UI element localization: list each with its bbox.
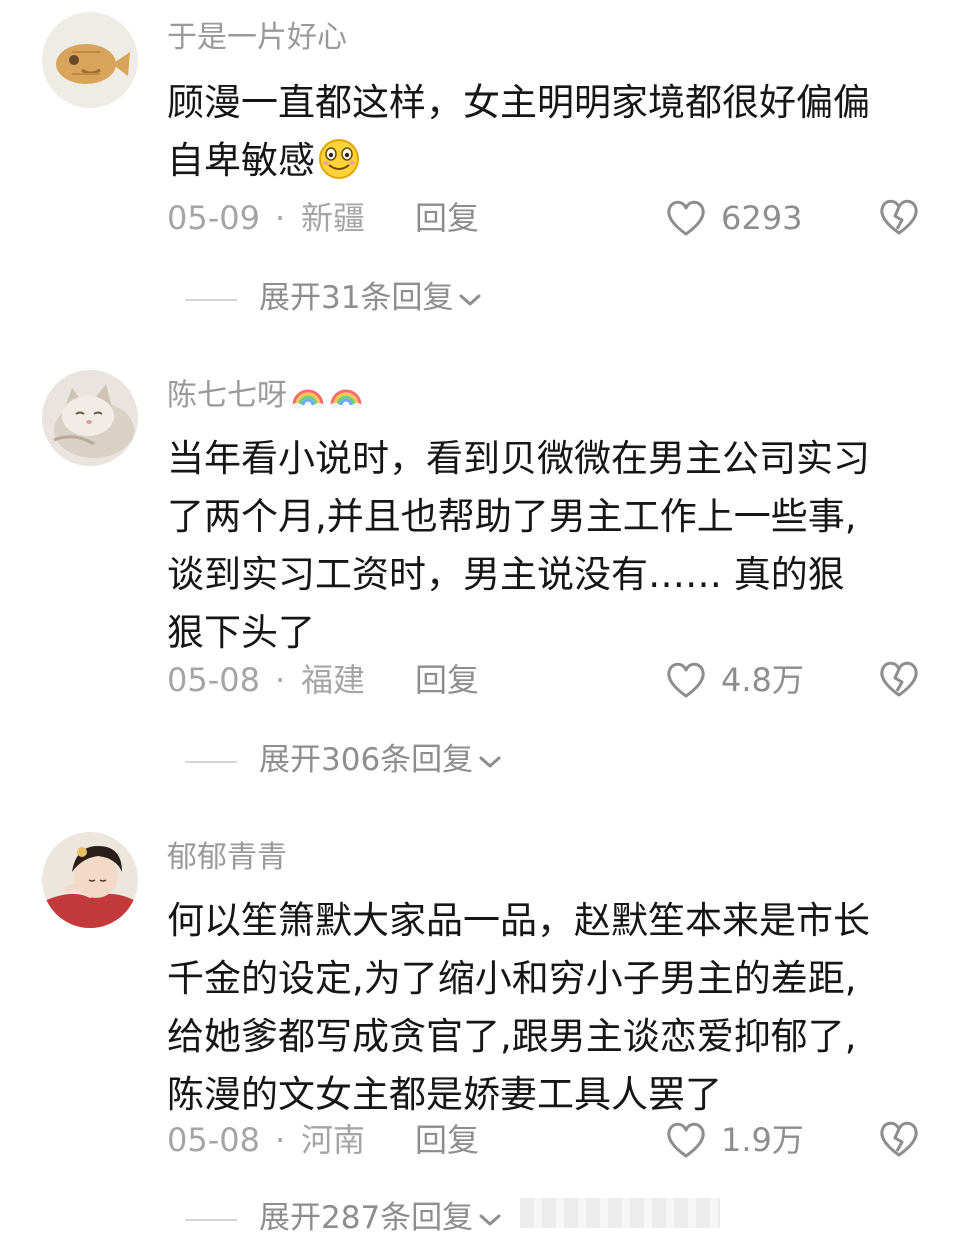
watermark-overlay [520, 1198, 720, 1228]
comment-date: 05-08 [167, 661, 260, 699]
comment-region: 新疆 [301, 199, 366, 237]
broken-heart-icon[interactable] [878, 660, 920, 698]
meta-separator: · [275, 1121, 286, 1159]
expand-replies-label: 展开31条回复 [259, 280, 454, 316]
expand-replies-label: 展开306条回复 [259, 742, 474, 778]
comment-date: 05-08 [167, 1121, 260, 1159]
smile-emoji-icon [319, 139, 359, 179]
heart-icon [667, 662, 705, 698]
expand-replies-button[interactable]: 展开287条回复 [185, 1196, 503, 1240]
chevron-down-icon [479, 1214, 501, 1225]
comment-line: 了两个月,并且也帮助了男主工作上一些事, [167, 495, 857, 538]
divider-dash [185, 1218, 237, 1221]
chevron-down-icon [479, 756, 501, 767]
broken-heart-icon[interactable] [878, 198, 920, 236]
username[interactable]: 郁郁青青 [167, 838, 287, 878]
reply-button[interactable]: 回复 [415, 658, 479, 702]
avatar[interactable] [42, 370, 138, 466]
comment-line: 何以笙箫默大家品一品，赵默笙本来是市长 [167, 899, 870, 942]
heart-icon [667, 1122, 705, 1158]
comment-line: 顾漫一直都这样，女主明明家境都很好偏偏 [167, 81, 870, 124]
username[interactable]: 于是一片好心 [167, 18, 347, 58]
comment-region: 河南 [301, 1121, 366, 1159]
expand-replies-button[interactable]: 展开306条回复 [185, 738, 503, 782]
meta-separator: · [275, 661, 286, 699]
rainbow-icon [292, 389, 324, 409]
reply-button[interactable]: 回复 [415, 1118, 479, 1162]
divider-dash [185, 760, 237, 763]
comment-line: 当年看小说时，看到贝微微在男主公司实习 [167, 437, 870, 480]
comment-text: 顾漫一直都这样，女主明明家境都很好偏偏 自卑敏感 [167, 74, 927, 190]
comment-text: 当年看小说时，看到贝微微在男主公司实习 了两个月,并且也帮助了男主工作上一些事,… [167, 430, 927, 662]
like-count: 6293 [721, 199, 803, 237]
comment-line: 自卑敏感 [167, 132, 927, 190]
comment-meta: 05-08 · 河南 回复 1.9万 [167, 1118, 920, 1162]
comment-line: 千金的设定,为了缩小和穷小子男主的差距, [167, 957, 857, 1000]
reply-button[interactable]: 回复 [415, 196, 479, 240]
comment-date: 05-09 [167, 199, 260, 237]
username[interactable]: 陈七七呀 [167, 376, 363, 416]
expand-replies-button[interactable]: 展开31条回复 [185, 276, 483, 320]
comment-meta: 05-09 · 新疆 回复 6293 [167, 196, 920, 240]
avatar[interactable] [42, 832, 138, 928]
comment-line: 陈漫的文女主都是娇妻工具人罢了 [167, 1073, 722, 1116]
chevron-down-icon [459, 294, 481, 305]
username-text: 陈七七呀 [167, 378, 287, 413]
comment-line: 给她爹都写成贪官了,跟男主谈恋爱抑郁了, [167, 1015, 857, 1058]
username-text: 郁郁青青 [167, 840, 287, 875]
like-count: 1.9万 [721, 1121, 804, 1159]
comment-line: 谈到实习工资时，男主说没有…… 真的狠 [167, 553, 845, 596]
expand-replies-label: 展开287条回复 [259, 1200, 474, 1236]
comment-line: 狠下头了 [167, 611, 315, 654]
comment-line-text: 自卑敏感 [167, 139, 315, 182]
rainbow-icon [330, 389, 362, 409]
avatar[interactable] [42, 12, 138, 108]
heart-icon [667, 200, 705, 236]
comment-text: 何以笙箫默大家品一品，赵默笙本来是市长 千金的设定,为了缩小和穷小子男主的差距,… [167, 892, 927, 1124]
username-text: 于是一片好心 [167, 20, 347, 55]
broken-heart-icon[interactable] [878, 1120, 920, 1158]
like-count: 4.8万 [721, 661, 804, 699]
divider-dash [185, 298, 237, 301]
meta-separator: · [275, 199, 286, 237]
comment-region: 福建 [301, 661, 366, 699]
comment-meta: 05-08 · 福建 回复 4.8万 [167, 658, 920, 702]
